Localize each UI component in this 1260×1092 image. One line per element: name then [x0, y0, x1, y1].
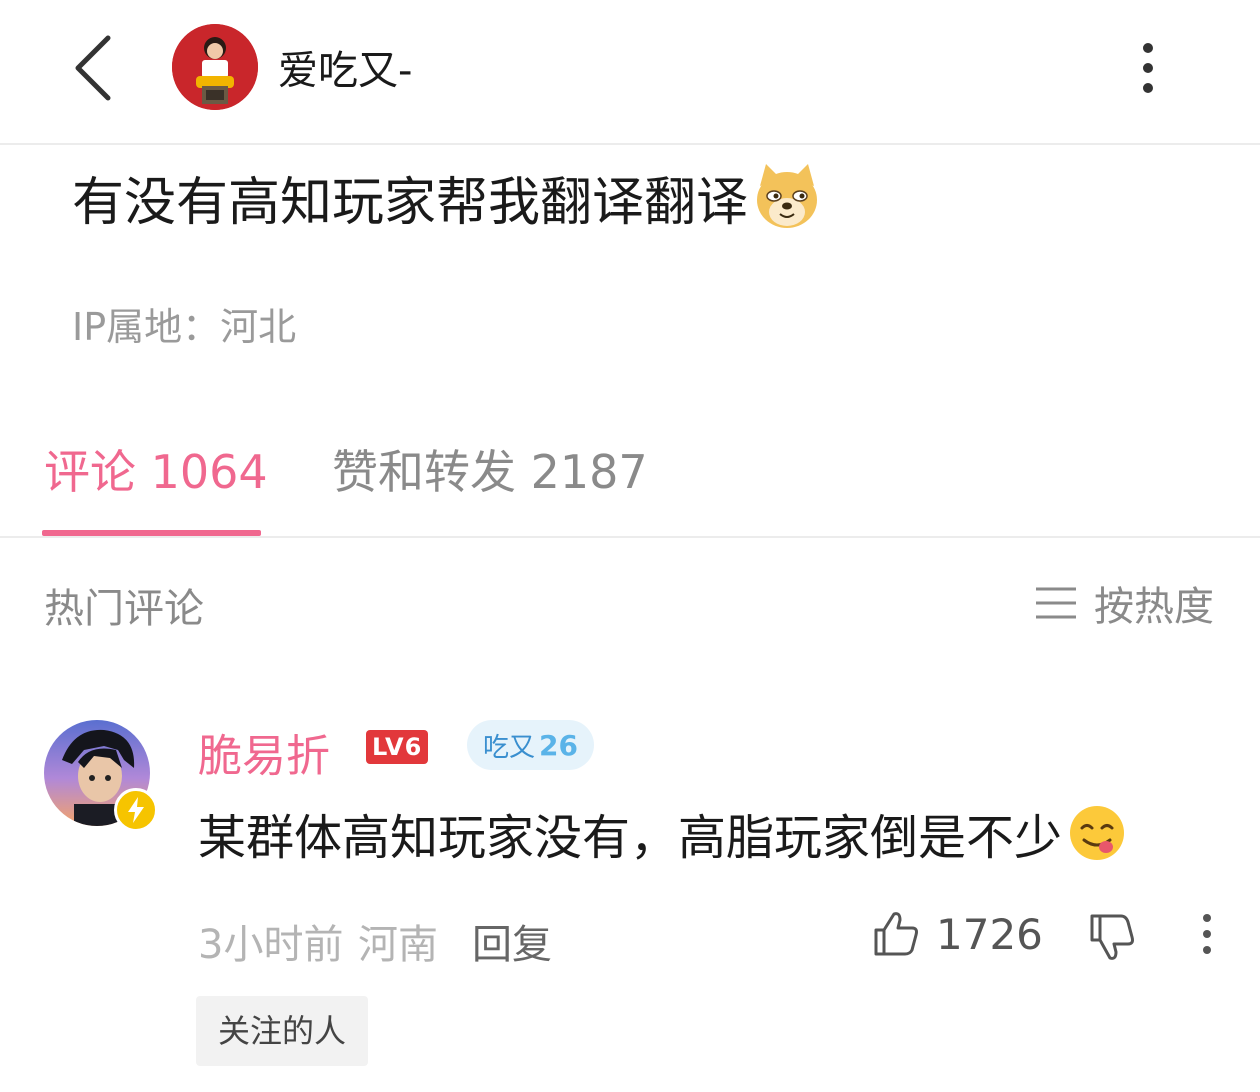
- more-vertical-icon: [1143, 43, 1153, 93]
- sort-label: 按热度: [1094, 584, 1214, 630]
- tab-divider: [0, 536, 1260, 538]
- menu-lines-icon: [1036, 587, 1076, 619]
- chevron-left-icon: [75, 35, 111, 101]
- fan-badge-name: 吃又: [483, 732, 536, 763]
- more-options-button[interactable]: [1124, 38, 1172, 98]
- doge-emoji-icon: [752, 162, 822, 232]
- comment-more-button[interactable]: [1192, 910, 1222, 960]
- verified-lightning-icon: [114, 788, 158, 832]
- avatar-image-icon: [172, 24, 258, 110]
- fan-badge-level: 26: [539, 728, 578, 762]
- dislike-button[interactable]: [1086, 910, 1140, 964]
- author-avatar[interactable]: [172, 24, 258, 110]
- more-vertical-icon: [1203, 914, 1211, 954]
- back-button[interactable]: [60, 30, 130, 110]
- tab-likes-reposts[interactable]: 赞和转发 2187: [332, 436, 648, 502]
- like-count: 1726: [936, 909, 1043, 959]
- header-divider: [0, 143, 1260, 145]
- thumbs-up-icon: [874, 912, 918, 956]
- post-content: 有没有高知玩家帮我翻译翻译: [72, 158, 822, 236]
- author-name[interactable]: 爱吃又-: [278, 38, 412, 96]
- ip-location: IP属地：河北: [72, 305, 297, 349]
- comment-text: 某群体高知玩家没有，高脂玩家倒是不少: [198, 810, 1063, 866]
- post-text: 有没有高知玩家帮我翻译翻译: [72, 172, 749, 233]
- thumbs-down-icon: [1090, 914, 1134, 960]
- sort-by-heat-button[interactable]: 按热度: [1034, 574, 1214, 632]
- comment-location: 河南: [358, 922, 438, 968]
- commenter-username[interactable]: 脆易折: [198, 720, 330, 784]
- comment-time: 3小时前: [198, 922, 344, 968]
- fan-badge[interactable]: 吃又 26: [467, 720, 594, 770]
- tab-comments[interactable]: 评论 1064: [44, 436, 268, 502]
- reply-button[interactable]: 回复: [472, 912, 552, 970]
- yum-emoji-icon: [1068, 804, 1126, 862]
- like-button[interactable]: 1726: [870, 908, 1043, 960]
- hot-comments-title: 热门评论: [44, 586, 204, 632]
- followed-tag: 关注的人: [196, 996, 369, 1066]
- comment-content: 某群体高知玩家没有，高脂玩家倒是不少: [198, 800, 1126, 866]
- level-badge: LV6: [366, 730, 429, 764]
